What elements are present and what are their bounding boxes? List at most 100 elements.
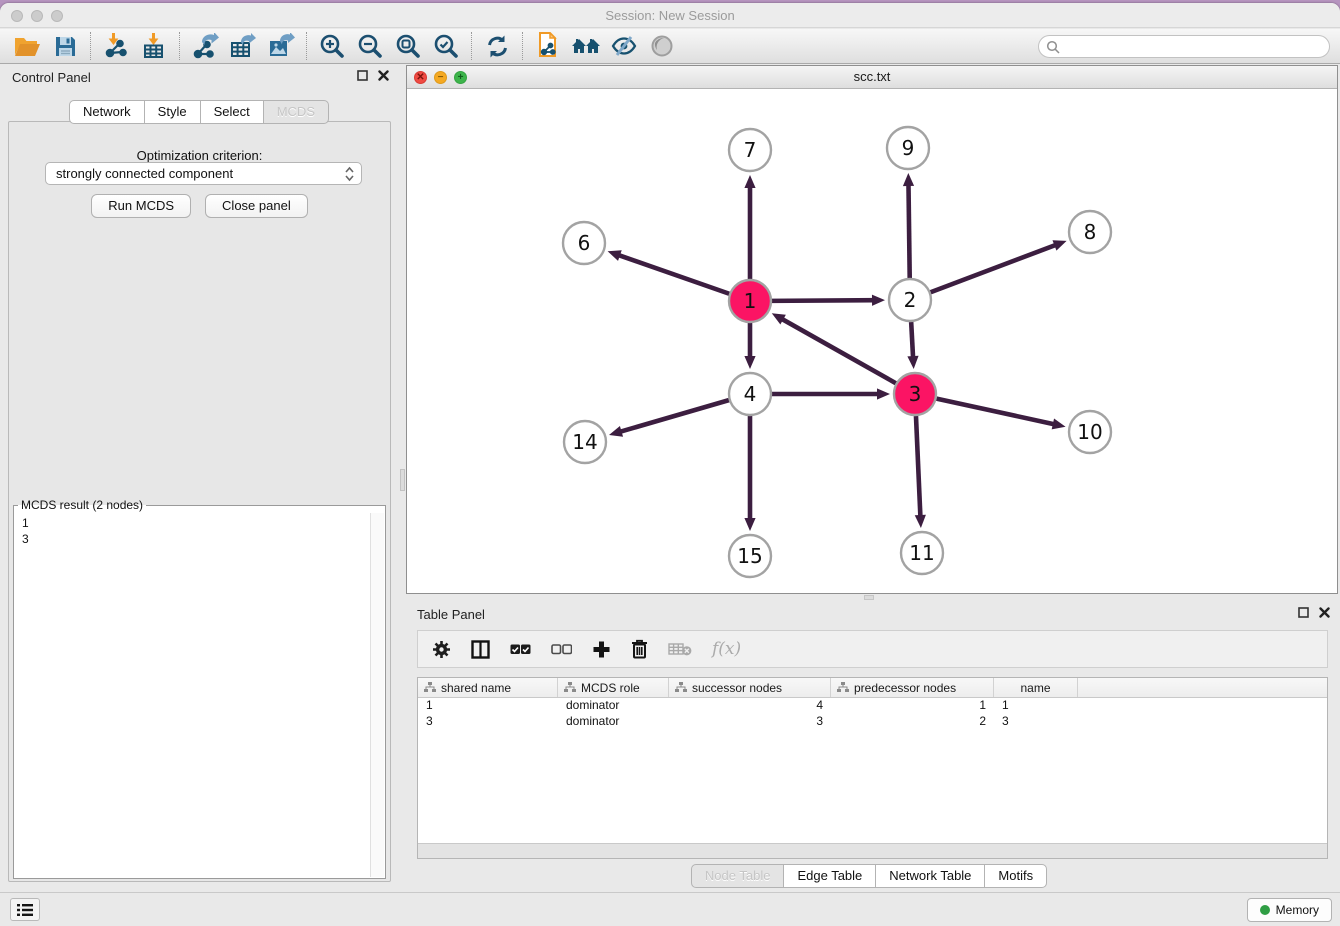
export-table-button[interactable] <box>224 31 262 61</box>
attribute-icon <box>564 682 576 693</box>
show-graphics-details-button[interactable] <box>643 31 681 61</box>
graph-edge-2-9[interactable] <box>908 183 909 278</box>
refresh-button[interactable] <box>478 31 516 61</box>
status-bar: Memory <box>0 892 1340 926</box>
horizontal-splitter-grip[interactable] <box>864 595 874 600</box>
graph-node-label-1: 1 <box>744 289 757 313</box>
table-row[interactable]: 3dominator323 <box>418 714 1327 730</box>
delete-table-button[interactable] <box>668 636 692 662</box>
cell-name[interactable]: 1 <box>994 698 1078 714</box>
zoom-selected-button[interactable] <box>427 31 465 61</box>
zoom-fit-button[interactable] <box>389 31 427 61</box>
network-minimize-icon[interactable]: − <box>434 71 447 84</box>
float-table-panel-icon[interactable] <box>1298 607 1309 618</box>
graph-node-label-15: 15 <box>737 544 762 568</box>
hide-graphics-details-button[interactable] <box>605 31 643 61</box>
table-row[interactable]: 1dominator411 <box>418 698 1327 714</box>
attribute-icon <box>837 682 849 693</box>
network-close-icon[interactable]: ✕ <box>414 71 427 84</box>
column-header-MCDS-role[interactable]: MCDS role <box>558 678 669 697</box>
select-all-button[interactable] <box>510 636 531 662</box>
delete-row-button[interactable] <box>631 636 648 662</box>
zoom-out-button[interactable] <box>351 31 389 61</box>
table-toolbar: f(x) <box>417 630 1328 668</box>
cell-predecessor-nodes[interactable]: 2 <box>831 714 994 730</box>
export-network-button[interactable] <box>186 31 224 61</box>
search-icon <box>1046 40 1060 54</box>
cell-MCDS-role[interactable]: dominator <box>558 698 669 714</box>
network-window-title: scc.txt <box>407 66 1337 88</box>
cell-shared-name[interactable]: 1 <box>418 698 558 714</box>
deselect-all-button[interactable] <box>551 636 572 662</box>
column-header-name[interactable]: name <box>994 678 1078 697</box>
show-columns-button[interactable] <box>471 636 490 662</box>
minimize-window-icon[interactable] <box>31 10 43 22</box>
cell-MCDS-role[interactable]: dominator <box>558 714 669 730</box>
close-table-panel-icon[interactable] <box>1319 607 1330 618</box>
export-image-button[interactable] <box>262 31 300 61</box>
maximize-window-icon[interactable] <box>51 10 63 22</box>
tab-network-table[interactable]: Network Table <box>875 864 985 888</box>
graph-edge-arrowhead <box>1052 418 1066 429</box>
run-mcds-button[interactable]: Run MCDS <box>91 194 191 218</box>
tab-edge-table[interactable]: Edge Table <box>783 864 876 888</box>
memory-button[interactable]: Memory <box>1247 898 1332 922</box>
close-window-icon[interactable] <box>11 10 23 22</box>
close-panel-icon[interactable] <box>378 70 389 81</box>
network-view-window: ✕ − + scc.txt 7968124314101511 <box>406 65 1338 594</box>
save-session-button[interactable] <box>46 31 84 61</box>
graph-edge-arrowhead <box>907 356 918 369</box>
graph-edge-arrowhead <box>608 250 622 261</box>
vertical-splitter-grip[interactable] <box>400 469 405 491</box>
graph-node-label-11: 11 <box>909 541 934 565</box>
graph-edge-1-6[interactable] <box>617 255 729 294</box>
float-panel-icon[interactable] <box>357 70 368 81</box>
cell-name[interactable]: 3 <box>994 714 1078 730</box>
column-header-predecessor-nodes[interactable]: predecessor nodes <box>831 678 994 697</box>
tab-style[interactable]: Style <box>144 100 201 124</box>
column-header-shared-name[interactable]: shared name <box>418 678 558 697</box>
search-input[interactable] <box>1038 35 1330 58</box>
mcds-result-list[interactable]: 13 <box>15 513 370 877</box>
graph-edge-2-8[interactable] <box>931 244 1058 292</box>
import-network-button[interactable] <box>97 31 135 61</box>
memory-label: Memory <box>1276 903 1319 917</box>
graph-edge-3-11[interactable] <box>916 416 920 518</box>
import-table-button[interactable] <box>135 31 173 61</box>
function-builder-button[interactable]: f(x) <box>712 636 741 662</box>
network-maximize-icon[interactable]: + <box>454 71 467 84</box>
tab-mcds[interactable]: MCDS <box>263 100 329 124</box>
main-toolbar <box>0 29 1340 64</box>
cell-successor-nodes[interactable]: 4 <box>669 698 831 714</box>
tab-select[interactable]: Select <box>200 100 264 124</box>
graph-edge-4-14[interactable] <box>619 400 729 432</box>
tab-node-table[interactable]: Node Table <box>691 864 785 888</box>
clone-network-button[interactable] <box>529 31 567 61</box>
graph-node-label-14: 14 <box>572 430 597 454</box>
cell-predecessor-nodes[interactable]: 1 <box>831 698 994 714</box>
horizontal-splitter[interactable] <box>406 594 1338 601</box>
cell-shared-name[interactable]: 3 <box>418 714 558 730</box>
graph-edge-arrowhead <box>877 388 890 399</box>
graph-edge-3-1[interactable] <box>780 318 895 383</box>
window-traffic-lights[interactable] <box>11 10 63 22</box>
task-history-button[interactable] <box>10 898 40 921</box>
add-row-button[interactable] <box>592 636 611 662</box>
graph-node-label-9: 9 <box>902 136 915 160</box>
cell-successor-nodes[interactable]: 3 <box>669 714 831 730</box>
result-scrollbar[interactable] <box>370 513 384 877</box>
graph-edge-1-2[interactable] <box>772 300 875 301</box>
tab-network[interactable]: Network <box>69 100 145 124</box>
selected-criterion: strongly connected component <box>56 166 233 181</box>
close-panel-button[interactable]: Close panel <box>205 194 308 218</box>
home-layout-button[interactable] <box>567 31 605 61</box>
zoom-in-button[interactable] <box>313 31 351 61</box>
table-settings-button[interactable] <box>432 636 451 662</box>
column-header-successor-nodes[interactable]: successor nodes <box>669 678 831 697</box>
network-canvas[interactable]: 7968124314101511 <box>407 89 1337 593</box>
graph-edge-3-10[interactable] <box>936 399 1055 425</box>
graph-edge-2-3[interactable] <box>911 322 913 359</box>
open-session-button[interactable] <box>8 31 46 61</box>
optimization-criterion-select[interactable]: strongly connected component <box>45 162 362 185</box>
tab-motifs[interactable]: Motifs <box>984 864 1047 888</box>
